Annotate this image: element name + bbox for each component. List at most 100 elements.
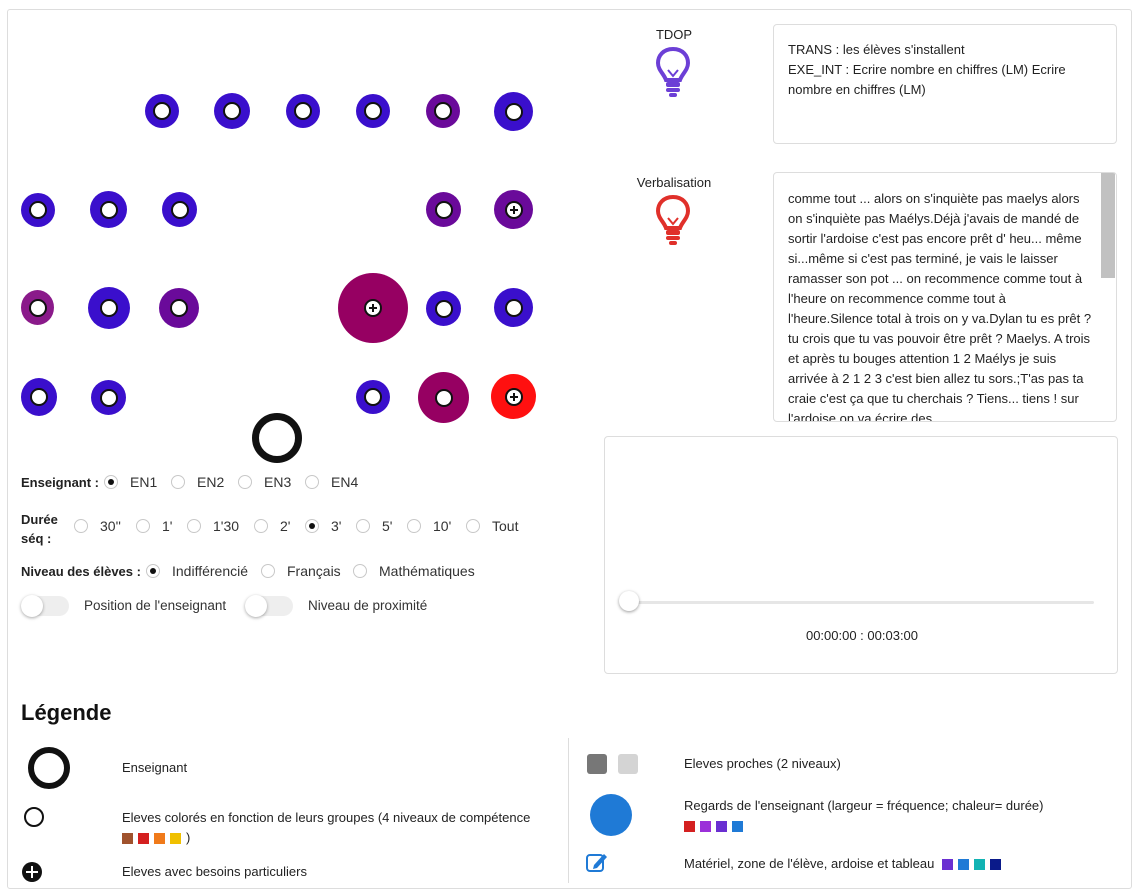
level-option-label: Indifférencié (172, 563, 249, 579)
transcript-scrollbar[interactable] (1101, 173, 1115, 278)
student-seat[interactable] (90, 191, 127, 228)
timeline-player: 00:00:00 : 00:03:00 (604, 436, 1118, 674)
transcript-box[interactable]: comme tout ... alors on s'inquiète pas m… (773, 172, 1117, 422)
close-level-swatch (618, 754, 638, 774)
duration-option-label: Tout (492, 518, 519, 534)
timeline-handle[interactable] (619, 591, 639, 611)
radio-duration-10[interactable] (407, 519, 421, 533)
level-option-label: Français (287, 563, 341, 579)
teacher-position-toggle[interactable] (21, 595, 69, 617)
competence-swatch (138, 833, 149, 845)
competence-swatches: ) (122, 828, 530, 848)
timeline-track[interactable] (629, 601, 1094, 604)
level-label: Niveau des élèves : (21, 564, 141, 579)
student-seat[interactable] (426, 94, 460, 128)
student-seat[interactable] (21, 290, 54, 325)
student-seat[interactable] (21, 193, 55, 227)
student-seat[interactable] (494, 288, 533, 327)
radio-teacher-en2[interactable] (171, 475, 185, 489)
teacher-option-label: EN1 (130, 474, 158, 490)
duration-option-label: 10' (433, 518, 452, 534)
radio-teacher-en1[interactable] (104, 475, 118, 489)
legend-material-text: Matériel, zone de l'élève, ardoise et ta… (684, 856, 1006, 871)
duration-label-line: Durée (21, 512, 58, 527)
radio-teacher-en3[interactable] (238, 475, 252, 489)
lightbulb-icon (655, 46, 691, 97)
teacher-option-label: EN4 (331, 474, 359, 490)
timeline-time: 00:00:00 : 00:03:00 (805, 628, 919, 643)
duration-option-label: 5' (382, 518, 393, 534)
radio-duration-1[interactable] (136, 519, 150, 533)
radio-duration-1-30[interactable] (187, 519, 201, 533)
tdop-label: TDOP (655, 27, 693, 42)
duration-option-label: 30'' (100, 518, 121, 534)
radio-duration-30s[interactable] (74, 519, 88, 533)
student-seat-special-needs[interactable] (338, 273, 408, 343)
duration-option-label: 1'30 (213, 518, 240, 534)
student-seat[interactable] (145, 94, 179, 128)
student-seat[interactable] (162, 192, 197, 227)
radio-level-math[interactable] (353, 564, 367, 578)
student-seat-special-needs[interactable] (491, 374, 536, 419)
student-seat[interactable] (356, 94, 390, 128)
legend-divider (568, 738, 569, 883)
radio-teacher-en4[interactable] (305, 475, 319, 489)
legend-special-needs-text: Eleves avec besoins particuliers (122, 864, 307, 879)
radio-duration-5[interactable] (356, 519, 370, 533)
transcript-text: comme tout ... alors on s'inquiète pas m… (788, 191, 1092, 422)
student-seat[interactable] (426, 291, 461, 326)
level-option-label: Mathématiques (379, 563, 475, 579)
radio-level-french[interactable] (261, 564, 275, 578)
duration-option-label: 2' (280, 518, 291, 534)
legend-paren: ) (186, 830, 191, 845)
material-swatch (957, 859, 969, 871)
legend-students-colored-line: Eleves colorés en fonction de leurs grou… (122, 810, 531, 825)
legend-title: Légende (21, 700, 112, 725)
material-swatch (989, 859, 1001, 871)
teacher-label: Enseignant : (21, 475, 100, 490)
special-needs-legend-icon (22, 862, 42, 882)
student-seat[interactable] (418, 372, 469, 423)
student-seat[interactable] (494, 92, 533, 131)
competence-swatch (154, 833, 165, 845)
activity-box: TRANS : les élèves s'installent EXE_INT … (773, 24, 1117, 144)
gaze-swatches (684, 816, 1044, 836)
student-seat[interactable] (286, 94, 320, 128)
radio-duration-3[interactable] (305, 519, 319, 533)
student-seat[interactable] (356, 380, 390, 414)
verbalisation-label: Verbalisation (636, 175, 712, 190)
legend-students-colored-text: Eleves colorés en fonction de leurs grou… (122, 808, 530, 848)
lightbulb-icon (655, 194, 691, 245)
legend-gaze-line: Regards de l'enseignant (largeur = fréqu… (684, 798, 1044, 813)
student-seat[interactable] (91, 380, 126, 415)
gaze-legend-icon (590, 794, 632, 836)
duration-option-label: 1' (162, 518, 173, 534)
duration-label-line: séq : (21, 531, 52, 546)
student-seat[interactable] (88, 287, 130, 329)
gaze-swatch (684, 821, 695, 833)
student-seat[interactable] (214, 93, 250, 129)
legend-teacher-text: Enseignant (122, 760, 188, 775)
activity-line: TRANS : les élèves s'installent (788, 42, 965, 57)
student-seat-special-needs[interactable] (494, 190, 533, 229)
gaze-swatch (732, 821, 743, 833)
radio-duration-all[interactable] (466, 519, 480, 533)
student-seat[interactable] (159, 288, 199, 328)
gaze-swatch (716, 821, 727, 833)
activity-line: EXE_INT : Ecrire nombre en chiffres (LM)… (788, 62, 1066, 97)
teacher-position (252, 413, 302, 463)
minus-square-icon (170, 833, 181, 845)
toggle-label: Position de l'enseignant (84, 598, 227, 613)
proximity-toggle[interactable] (245, 595, 293, 617)
teacher-legend-icon (28, 747, 70, 789)
radio-duration-2[interactable] (254, 519, 268, 533)
student-seat[interactable] (426, 192, 461, 227)
student-seat[interactable] (21, 378, 57, 416)
student-legend-icon (24, 807, 44, 827)
legend-material-line: Matériel, zone de l'élève, ardoise et ta… (684, 856, 935, 871)
edit-icon (586, 854, 607, 872)
radio-level-undifferentiated[interactable] (146, 564, 160, 578)
legend-close-students-text: Eleves proches (2 niveaux) (684, 756, 841, 771)
duration-label: Durée séq : (21, 510, 58, 548)
plus-square-icon (122, 833, 133, 845)
